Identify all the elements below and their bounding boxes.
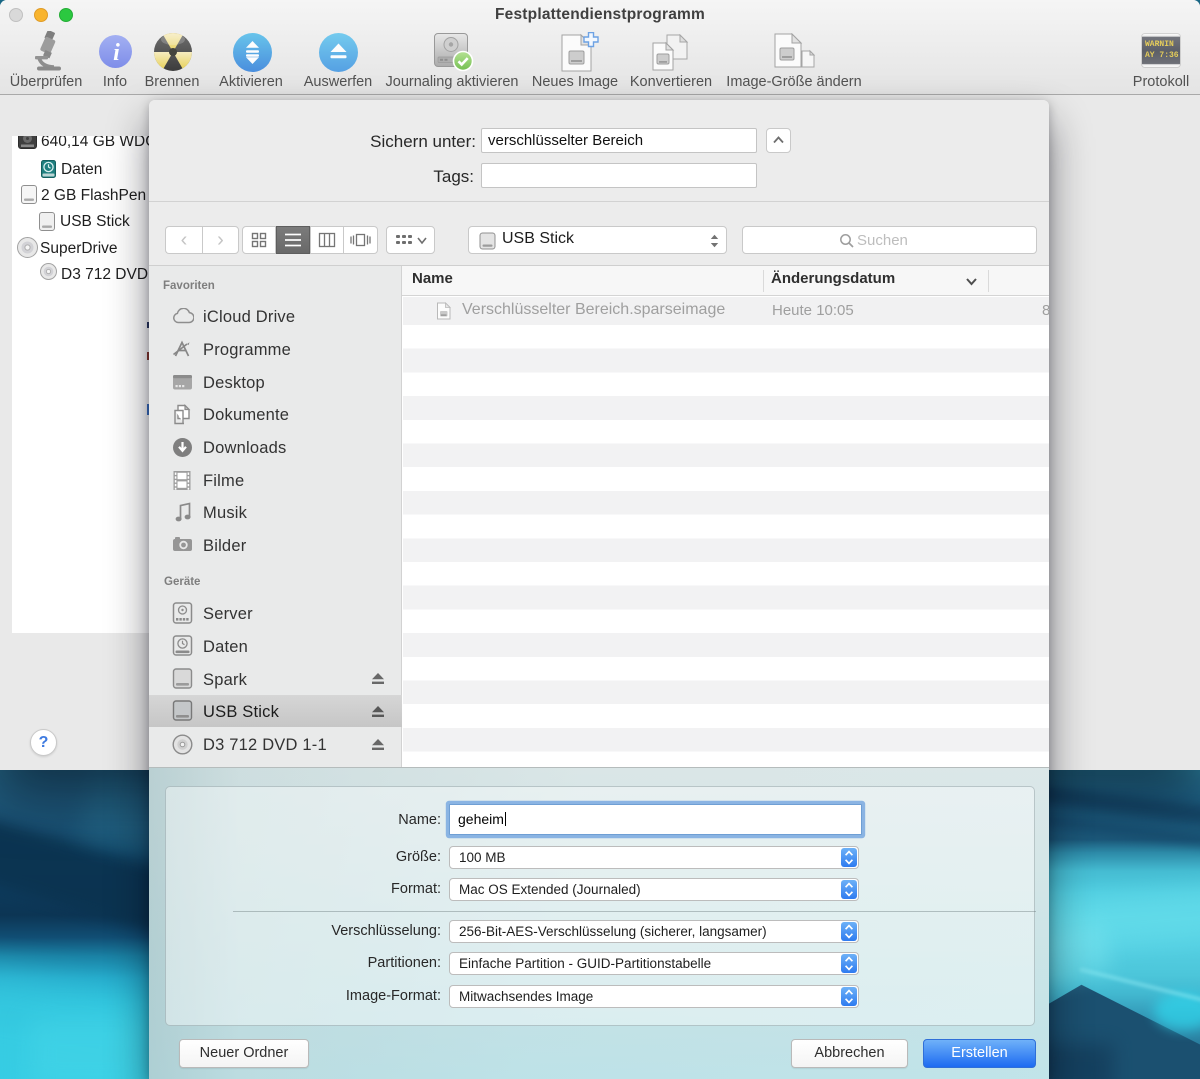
svg-text:i: i [113, 40, 120, 66]
